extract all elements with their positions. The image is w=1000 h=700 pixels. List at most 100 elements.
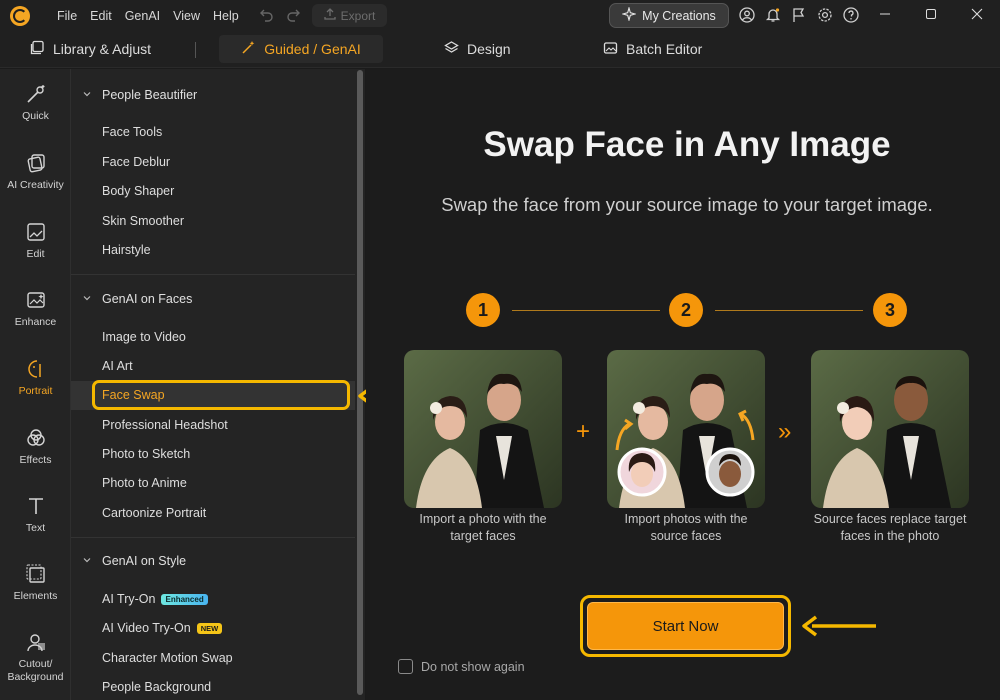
tool-label: Face Tools [102, 125, 163, 139]
rail-item-portrait[interactable]: Portrait [0, 357, 71, 398]
tab-guided-genai[interactable]: Guided / GenAI [219, 35, 383, 63]
menu-edit[interactable]: Edit [90, 9, 112, 23]
section-genai-on-faces[interactable]: GenAI on Faces [82, 292, 192, 306]
export-icon [324, 8, 336, 23]
cutout-icon [24, 630, 48, 654]
section-genai-on-style[interactable]: GenAI on Style [82, 554, 186, 568]
caption-line: Source faces replace target [813, 512, 967, 526]
rail-label: AI Creativity [7, 179, 64, 191]
help-icon[interactable] [842, 6, 860, 24]
rail-item-ai-creativity[interactable]: AI Creativity [0, 151, 71, 192]
tool-photo-to-sketch[interactable]: Photo to Sketch [102, 447, 190, 461]
tool-label: Character Motion Swap [102, 651, 233, 665]
step-connector [715, 310, 863, 311]
step-number-2: 2 [669, 293, 703, 327]
sparkle-icon [621, 5, 638, 24]
section-divider [71, 537, 355, 538]
caption-line: target faces [450, 529, 516, 543]
rail-item-edit[interactable]: Edit [0, 220, 71, 261]
redo-icon[interactable] [286, 7, 302, 28]
step-connector [512, 310, 660, 311]
menu-help[interactable]: Help [213, 9, 239, 23]
step-number-3: 3 [873, 293, 907, 327]
menu-bar: File Edit GenAI View Help [57, 0, 252, 32]
tool-image-to-video[interactable]: Image to Video [102, 330, 186, 344]
tool-hairstyle[interactable]: Hairstyle [102, 243, 151, 257]
tab-batch-editor[interactable]: Batch Editor [593, 35, 712, 63]
tool-face-deblur[interactable]: Face Deblur [102, 155, 170, 169]
rail-label: Effects [19, 454, 52, 466]
close-icon [971, 7, 983, 25]
start-now-button[interactable]: Start Now [587, 602, 784, 650]
close-button[interactable] [954, 0, 1000, 32]
page-subtitle: Swap the face from your source image to … [441, 194, 933, 215]
tab-divider [195, 42, 196, 58]
tool-ai-video-try-on[interactable]: AI Video Try-On NEW [102, 621, 223, 635]
feedback-flag-icon[interactable] [790, 6, 808, 24]
tool-character-motion-swap[interactable]: Character Motion Swap [102, 651, 233, 665]
menu-file[interactable]: File [57, 9, 77, 23]
caption-line: source faces [650, 529, 722, 543]
tool-body-shaper[interactable]: Body Shaper [102, 184, 174, 198]
notification-bell-icon[interactable] [764, 6, 782, 24]
settings-gear-icon[interactable] [816, 6, 834, 24]
tab-design[interactable]: Design [434, 35, 521, 63]
rail-item-cutout-background[interactable]: Cutout/ Background [0, 630, 71, 684]
magic-wand-icon [24, 82, 48, 106]
caption-line: faces in the photo [840, 529, 940, 543]
panel-scrollbar[interactable] [357, 70, 363, 695]
undo-icon[interactable] [258, 7, 274, 28]
tool-label: People Background [102, 680, 212, 694]
rail-item-text[interactable]: Text [0, 494, 71, 535]
effects-icon [24, 426, 48, 450]
rail-label: Text [25, 522, 46, 534]
caption-line: Import a photo with the [419, 512, 547, 526]
section-title: People Beautifier [102, 88, 198, 102]
title-bar: File Edit GenAI View Help Export My Crea… [0, 0, 1000, 32]
section-people-beautifier[interactable]: People Beautifier [82, 88, 197, 102]
tab-label: Batch Editor [626, 41, 703, 57]
rail-item-elements[interactable]: Elements [0, 562, 71, 603]
tab-label: Guided / GenAI [264, 41, 361, 57]
tool-label: Professional Headshot [102, 418, 228, 432]
rail-label: Cutout/ Background [7, 658, 64, 683]
export-label: Export [340, 8, 376, 23]
my-creations-button[interactable]: My Creations [609, 3, 729, 28]
chevron-down-icon [82, 292, 92, 306]
section-title: GenAI on Faces [102, 292, 193, 306]
library-icon [30, 40, 45, 58]
tool-ai-try-on[interactable]: AI Try-On Enhanced [102, 592, 208, 606]
tool-professional-headshot[interactable]: Professional Headshot [102, 418, 228, 432]
tool-skin-smoother[interactable]: Skin Smoother [102, 214, 184, 228]
tool-ai-art[interactable]: AI Art [102, 359, 133, 373]
left-arrow-annotation-icon [802, 615, 876, 637]
minimize-button[interactable] [862, 0, 908, 32]
rail-item-enhance[interactable]: Enhance [0, 288, 71, 329]
enhanced-badge: Enhanced [161, 593, 208, 605]
layers-icon [444, 40, 459, 58]
do-not-show-again-checkbox[interactable]: Do not show again [398, 659, 525, 674]
step-3-result-photo [811, 350, 969, 508]
tool-label: AI Video Try-On [102, 621, 191, 635]
tool-label: Image to Video [102, 330, 186, 344]
tool-photo-to-anime[interactable]: Photo to Anime [102, 476, 187, 490]
step-2-source-photo [607, 350, 765, 508]
app-logo [10, 6, 30, 26]
maximize-button[interactable] [908, 0, 954, 32]
enhance-icon [24, 288, 48, 312]
tab-library-adjust[interactable]: Library & Adjust [20, 35, 161, 63]
checkbox-box[interactable] [398, 659, 413, 674]
tool-cartoonize-portrait[interactable]: Cartoonize Portrait [102, 506, 206, 520]
menu-genai[interactable]: GenAI [125, 9, 160, 23]
next-step-chevron-icon: » [778, 418, 792, 445]
rail-item-effects[interactable]: Effects [0, 426, 71, 467]
tool-face-tools[interactable]: Face Tools [102, 125, 162, 139]
rail-item-quick[interactable]: Quick [0, 82, 71, 123]
tool-label: Photo to Anime [102, 476, 187, 490]
chevron-down-icon [82, 554, 92, 568]
export-button[interactable]: Export [312, 4, 387, 27]
tool-people-background[interactable]: People Background [102, 680, 211, 694]
checkbox-label: Do not show again [421, 659, 525, 674]
account-icon[interactable] [738, 6, 756, 24]
menu-view[interactable]: View [173, 9, 200, 23]
